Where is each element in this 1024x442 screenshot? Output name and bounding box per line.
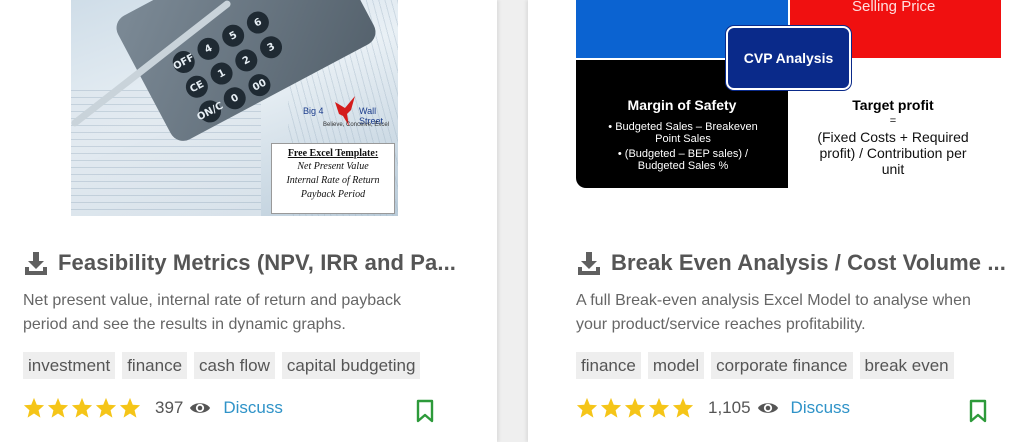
template-caption-line: Net Present Value	[297, 161, 369, 172]
calc-key: 00	[244, 70, 275, 101]
bookmark-icon[interactable]	[415, 399, 435, 423]
logo-tagline: Believe, Conceive, Excel	[323, 122, 390, 128]
tp-line: profit) / Contribution per	[819, 145, 967, 161]
card-description: A full Break-even analysis Excel Model t…	[576, 289, 971, 337]
description-line: A full Break-even analysis Excel Model t…	[576, 292, 971, 309]
description-line: your product/service reaches profitabili…	[576, 316, 866, 333]
tag-list: finance model corporate finance break ev…	[576, 352, 954, 379]
tag-chip[interactable]: corporate finance	[711, 352, 853, 379]
star-icon	[624, 397, 646, 418]
template-card: OFF 4 5 6 CE 1 2 3 ON/C 0 00 Big 4 Wall …	[0, 0, 497, 442]
view-count: 1,105	[708, 398, 751, 417]
calc-key: CE	[181, 71, 212, 102]
description-line: period and see the results in dynamic gr…	[23, 316, 346, 333]
template-caption-line: Payback Period	[300, 189, 366, 200]
cvp-analysis-box: CVP Analysis	[726, 26, 851, 90]
tag-list: investment finance cash flow capital bud…	[23, 352, 421, 379]
eye-icon	[757, 403, 778, 413]
card-title-row[interactable]: Feasibility Metrics (NPV, IRR and Pa...	[23, 250, 456, 276]
tag-chip[interactable]: investment	[23, 352, 116, 379]
bookmark-icon[interactable]	[968, 399, 988, 423]
card-title[interactable]: Break Even Analysis / Cost Volume ...	[611, 250, 1006, 276]
template-caption-title: Free Excel Template:	[287, 148, 379, 159]
star-rating	[23, 397, 141, 419]
mos-line: Point Sales	[655, 133, 711, 145]
template-caption-line: Internal Rate of Return	[286, 175, 380, 186]
calc-key: 1	[206, 58, 237, 89]
calc-key: 3	[256, 32, 286, 63]
selling-price-label: Selling Price	[852, 0, 936, 15]
star-icon	[600, 397, 622, 418]
calc-key: 4	[193, 33, 224, 64]
tp-line: unit	[881, 161, 905, 177]
star-icon	[648, 397, 670, 418]
discuss-link[interactable]: Discuss	[223, 398, 283, 418]
card-title-row[interactable]: Break Even Analysis / Cost Volume ...	[576, 250, 1006, 276]
star-rating	[576, 397, 694, 419]
star-icon	[95, 397, 117, 418]
discuss-link[interactable]: Discuss	[791, 398, 851, 418]
tag-chip[interactable]: cash flow	[194, 352, 275, 379]
template-caption: Free Excel Template: Net Present Value I…	[271, 143, 395, 214]
calc-key: ON/C	[195, 96, 225, 127]
star-icon	[71, 397, 93, 418]
mos-line: • Budgeted Sales – Breakeven	[608, 121, 758, 133]
tag-chip[interactable]: finance	[576, 352, 641, 379]
tag-chip[interactable]: finance	[122, 352, 188, 379]
tag-chip[interactable]: model	[647, 352, 705, 379]
card-description: Net present value, internal rate of retu…	[23, 289, 401, 337]
card-thumbnail[interactable]: Selling Price Margin of Safety • Budgete…	[576, 0, 1001, 191]
star-icon	[672, 397, 694, 418]
description-line: Net present value, internal rate of retu…	[23, 292, 401, 309]
star-icon	[23, 397, 45, 418]
logo-left-text: Big 4	[303, 106, 324, 116]
star-icon	[119, 397, 141, 418]
tag-chip[interactable]: break even	[859, 352, 954, 379]
card-title[interactable]: Feasibility Metrics (NPV, IRR and Pa...	[58, 250, 456, 276]
calc-key: OFF	[168, 47, 199, 77]
calc-key: 6	[243, 7, 273, 38]
star-icon	[576, 397, 598, 418]
download-icon[interactable]	[576, 250, 602, 276]
margin-of-safety-title: Margin of Safety	[627, 97, 737, 113]
star-icon	[47, 397, 69, 418]
calc-key: 2	[231, 45, 262, 76]
card-meta: 1,105 Discuss	[576, 397, 850, 419]
tp-line: (Fixed Costs + Required	[817, 129, 969, 145]
eye-icon	[190, 403, 211, 413]
mos-line: • (Budgeted – BEP sales) /	[617, 148, 749, 160]
download-icon[interactable]	[23, 250, 49, 276]
view-count: 397	[155, 398, 184, 417]
template-card: Selling Price Margin of Safety • Budgete…	[528, 0, 1024, 442]
brand-logo: Big 4 Wall Street Believe, Conceive, Exc…	[299, 92, 395, 136]
card-thumbnail[interactable]: OFF 4 5 6 CE 1 2 3 ON/C 0 00 Big 4 Wall …	[71, 0, 398, 216]
card-meta: 397 Discuss	[23, 397, 283, 419]
calc-key: 5	[218, 20, 249, 51]
target-profit-title: Target profit	[852, 97, 934, 113]
tag-chip[interactable]: capital budgeting	[281, 352, 421, 379]
mos-line: Budgeted Sales %	[637, 160, 729, 172]
tp-equals: =	[889, 115, 897, 127]
